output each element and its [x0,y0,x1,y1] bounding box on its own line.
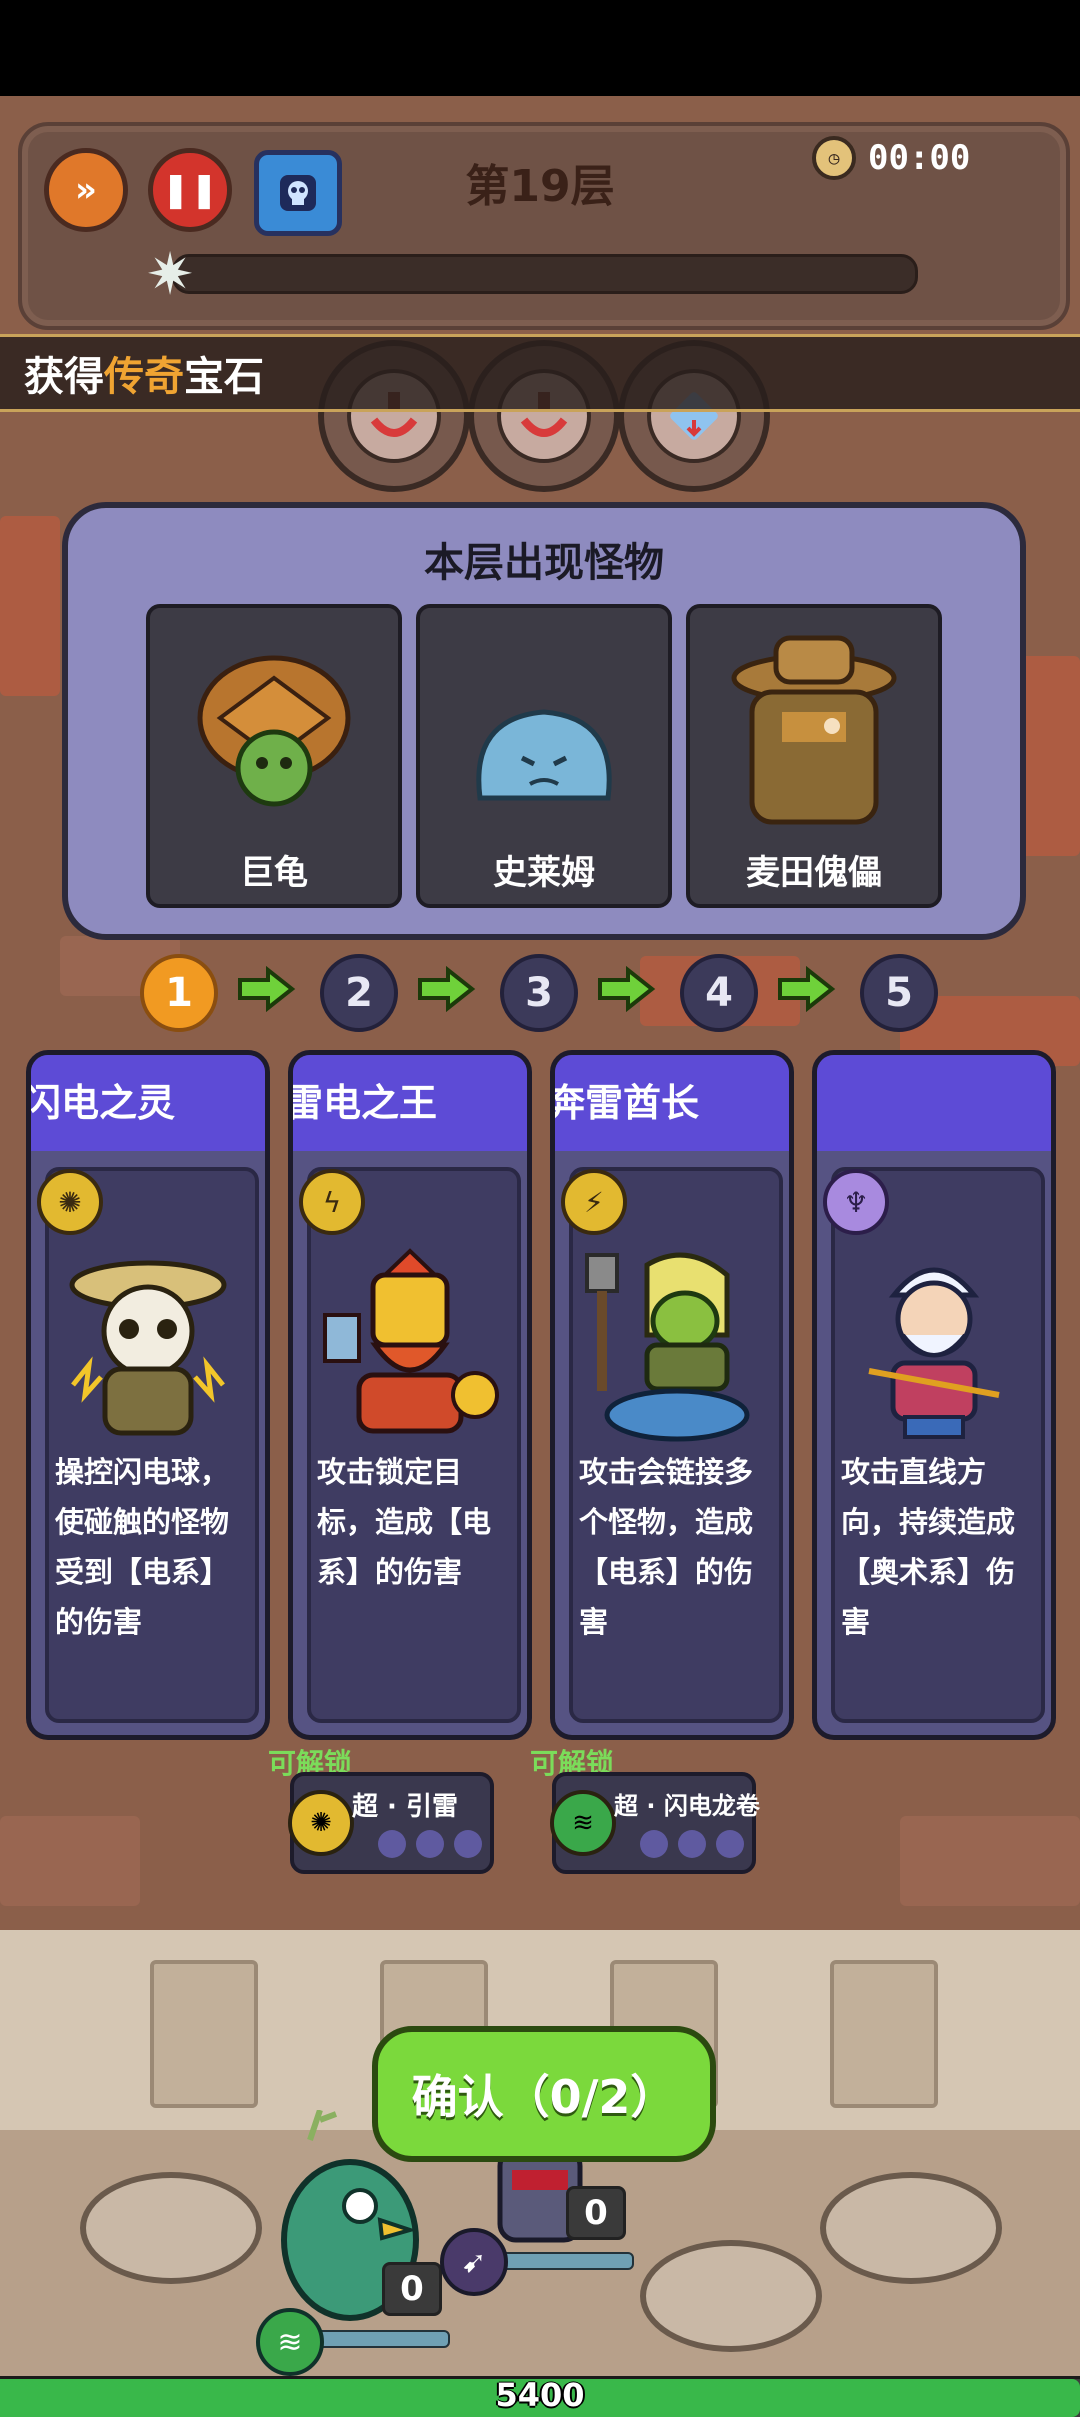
background-brick [0,1816,140,1906]
scarecrow-golem-icon [731,635,897,825]
unit-count-badge: 0 [566,2186,626,2240]
arcane-icon: ♆ [823,1169,889,1235]
monster-panel: 本层出现怪物 巨龟 史莱姆 麦田傀儡 [62,502,1026,940]
arrow-right-icon [418,966,476,1012]
clock-icon: ◷ [812,136,856,180]
step-5[interactable]: 5 [860,954,938,1032]
unlock-name: 超 · 闪电龙卷 [614,1792,760,1820]
arrow-right-icon [598,966,656,1012]
progress-dot [640,1830,668,1858]
wall-block [150,1960,258,2108]
tower-pad[interactable] [80,2172,262,2284]
arrow-right-icon [778,966,836,1012]
confirm-button[interactable]: 确认（0/2） [372,2026,716,2162]
unit-health-bar [498,2252,634,2270]
monster-name: 麦田傀儡 [746,853,882,893]
skill-card-2[interactable]: 雷电之王 ϟ 攻击锁定目标，造成【电系】的伤害 [288,1050,532,1740]
card-description: 攻击锁定目标，造成【电系】的伤害 [317,1455,492,1589]
unlock-progress-dots [378,1830,482,1858]
wall-block [830,1960,938,2108]
step-2[interactable]: 2 [320,954,398,1032]
codex-button[interactable] [254,150,342,236]
monster-card[interactable]: 史莱姆 [416,604,672,908]
card-description: 攻击会链接多个怪物，造成【电系】的伤害 [579,1455,754,1639]
panda-mage-icon [69,1260,227,1436]
monster-name: 史莱姆 [493,853,595,893]
skill-card-3[interactable]: 奔雷酋长 ⚡ 攻击会链接多个怪物，造成【电系】的伤害 [550,1050,794,1740]
arrow-right-icon [238,966,296,1012]
panel-title: 本层出现怪物 [424,540,664,586]
arcane-sage-icon [868,1267,1000,1439]
spear-icon: ➹ [440,2228,508,2296]
thunder-chief-icon [585,1252,750,1442]
background-brick [1020,656,1080,856]
unit-health-bar [316,2330,450,2348]
giant-turtle-icon [197,655,351,807]
slime-icon [476,709,612,801]
card-description: 攻击直线方向，持续造成【奥术系】伤害 [841,1455,1016,1639]
monster-card[interactable]: 麦田傀儡 [686,604,942,908]
tornado-icon: ≋ [256,2308,324,2376]
card-title [817,1055,1051,1151]
tower-pad[interactable] [820,2172,1002,2284]
skull-book-icon [280,175,316,211]
lightning-orb-icon: ✺ [37,1169,103,1235]
step-1[interactable]: 1 [140,954,218,1032]
unlock-progress-dots [640,1830,744,1858]
thunder-king-icon [323,1248,499,1434]
card-title: 雷电之王 [293,1055,527,1151]
pause-icon: ❚❚ [161,170,219,210]
chain-lightning-icon: ⚡ [561,1169,627,1235]
banner-highlight: 传奇 [104,354,184,400]
timer: ◷ 00:00 [812,136,970,180]
lightning-orb-icon: ✺ [288,1790,354,1856]
background-brick [900,1816,1080,1906]
progress-dot [454,1830,482,1858]
tornado-icon: ≋ [550,1790,616,1856]
progress-dot [416,1830,444,1858]
skill-card-4[interactable]: ♆ 攻击直线方向，持续造成【奥术系】伤害 [812,1050,1056,1740]
unit-count-badge: 0 [382,2262,442,2316]
progress-dot [716,1830,744,1858]
spark-icon: ✷ [145,240,195,308]
skill-card-1[interactable]: 闪电之灵 ✺ 操控闪电球，使碰触的怪物受到【电系】的伤害 [26,1050,270,1740]
banner-suffix: 宝石 [184,354,264,400]
timer-value: 00:00 [868,138,971,178]
base-hp-value: 5400 [495,2376,585,2414]
card-title: 奔雷酋长 [555,1055,789,1151]
fast-forward-button[interactable]: » [44,148,128,232]
unlock-name: 超 · 引雷 [352,1792,458,1822]
reward-banner: 获得传奇宝石 [0,334,1080,412]
unlock-item-1[interactable]: ✺ 超 · 引雷 [288,1772,494,1874]
progress-dot [678,1830,706,1858]
progress-dot [378,1830,406,1858]
card-description: 操控闪电球，使碰触的怪物受到【电系】的伤害 [55,1455,230,1639]
monster-name: 巨龟 [240,853,308,893]
tower-pad[interactable] [640,2240,822,2352]
step-3[interactable]: 3 [500,954,578,1032]
banner-prefix: 获得 [24,354,104,400]
step-4[interactable]: 4 [680,954,758,1032]
fast-forward-icon: » [75,170,97,210]
pause-button[interactable]: ❚❚ [148,148,232,232]
unlock-item-2[interactable]: ≋ 超 · 闪电龙卷 [550,1772,760,1874]
background-brick [0,516,60,696]
card-title: 闪电之灵 [31,1055,265,1151]
floor-title: 第19层 [465,161,615,212]
monster-card[interactable]: 巨龟 [146,604,402,908]
lightning-icon: ϟ [299,1169,365,1235]
banner-text: 获得传奇宝石 [24,344,264,402]
wave-progress-bar [172,254,918,294]
